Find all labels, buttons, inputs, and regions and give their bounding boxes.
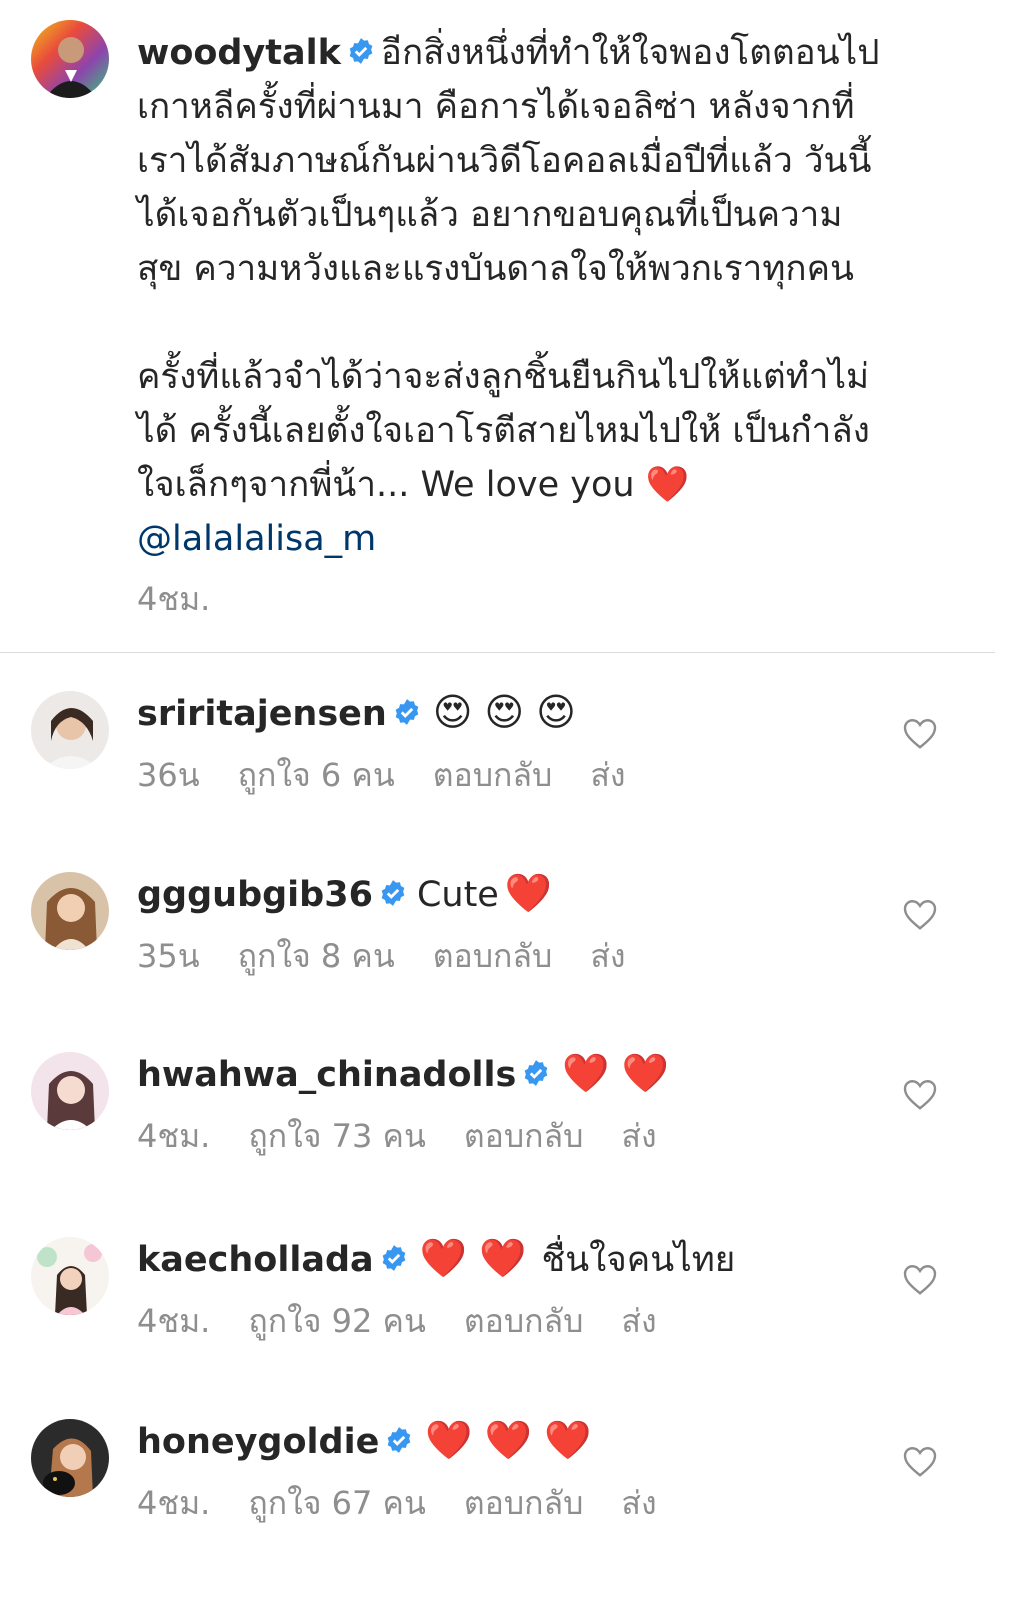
reply-button[interactable]: ตอบกลับ <box>464 1302 584 1340</box>
verified-badge-icon <box>525 1060 548 1086</box>
verified-badge-icon <box>388 1427 411 1453</box>
comment-likes-link[interactable]: ถูกใจ 6 คน <box>238 756 395 794</box>
comment-username[interactable]: hwahwa_chinadolls <box>137 1055 516 1095</box>
comment-header: kaechollada ❤️ ❤️ ชื่นใจคนไทย <box>137 1234 735 1284</box>
divider <box>0 652 995 653</box>
comment-header: gggubgib36 Cute ❤️ <box>137 869 552 919</box>
send-button[interactable]: ส่ง <box>621 1302 656 1340</box>
comment-emoji: ❤️ ❤️ ❤️ <box>425 1418 592 1462</box>
verified-badge-icon <box>395 699 419 725</box>
send-button[interactable]: ส่ง <box>590 937 625 975</box>
comment-item: hwahwa_chinadolls ❤️ ❤️ 4ชม. ถูกใจ 73 คน ตอ… <box>0 1049 1018 1199</box>
like-heart-icon[interactable] <box>902 1262 938 1296</box>
commenter-avatar[interactable] <box>31 1237 109 1315</box>
send-button[interactable]: ส่ง <box>590 756 625 794</box>
commenter-avatar[interactable] <box>31 872 109 950</box>
comment-likes-link[interactable]: ถูกใจ 92 คน <box>248 1302 425 1340</box>
commenter-avatar[interactable] <box>31 1419 109 1497</box>
post-author-avatar[interactable] <box>31 20 109 98</box>
commenter-avatar[interactable] <box>31 1052 109 1130</box>
comment-username[interactable]: kaechollada <box>137 1240 374 1280</box>
comment-time: 36น <box>137 756 200 794</box>
verified-badge-icon <box>349 38 373 64</box>
comment-likes-link[interactable]: ถูกใจ 73 คน <box>248 1117 425 1155</box>
comment-meta: 4ชม. ถูกใจ 92 คน ตอบกลับ ส่ง <box>137 1296 695 1347</box>
comment-time: 4ชม. <box>137 1484 211 1522</box>
comment-header: honeygoldie ❤️ ❤️ ❤️ <box>137 1416 591 1466</box>
comment-item: sriritajensen 😍 😍 😍 36น ถูกใจ 6 คน ตอบกลับ ส… <box>0 688 1018 838</box>
comment-meta: 35น ถูกใจ 8 คน ตอบกลับ ส่ง <box>137 931 663 982</box>
caption-text: อีกสิ่งหนึ่งที่ทำให้ใจพองโตตอนไป <box>380 33 880 73</box>
post-author-username[interactable]: woodytalk <box>137 33 341 73</box>
comment-likes-link[interactable]: ถูกใจ 8 คน <box>238 937 395 975</box>
like-heart-icon[interactable] <box>902 897 938 931</box>
verified-badge-icon <box>381 880 405 906</box>
like-heart-icon[interactable] <box>902 716 938 750</box>
commenter-avatar[interactable] <box>31 691 109 769</box>
caption-line-8: ได้ ครั้งนี้เลยตั้งใจเอาโรตีสายไหมไปให้ … <box>137 411 870 451</box>
post-caption: woodytalk อีกสิ่งหนึ่งที่ทำให้ใจพองโตตอนไ… <box>137 26 972 566</box>
reply-button[interactable]: ตอบกลับ <box>464 1117 584 1155</box>
caption-line-7: ครั้งที่แล้วจำได้ว่าจะส่งลูกชิ้นยืนกินไป… <box>137 357 870 397</box>
mention-link[interactable]: @lalalalisa_m <box>137 512 972 566</box>
comment-username[interactable]: gggubgib36 <box>137 875 373 915</box>
comment-emoji: ❤️ ❤️ <box>562 1051 670 1095</box>
comment-likes-link[interactable]: ถูกใจ 67 คน <box>248 1484 425 1522</box>
send-button[interactable]: ส่ง <box>621 1484 656 1522</box>
caption-line-4: ได้เจอกันตัวเป็นๆแล้ว อยากขอบคุณที่เป็นค… <box>137 195 843 235</box>
reply-button[interactable]: ตอบกลับ <box>433 756 553 794</box>
comment-time: 4ชม. <box>137 1117 211 1155</box>
comment-item: honeygoldie ❤️ ❤️ ❤️ 4ชม. ถูกใจ 67 คน ตอบกล… <box>0 1416 1018 1566</box>
comment-time: 35น <box>137 937 200 975</box>
caption-line-9: ใจเล็กๆจากพี่น้า... We love you ❤️ <box>137 465 690 505</box>
comment-text: ชื่นใจคนไทย <box>541 1240 736 1280</box>
reply-button[interactable]: ตอบกลับ <box>433 937 553 975</box>
comment-meta: 4ชม. ถูกใจ 73 คน ตอบกลับ ส่ง <box>137 1111 695 1162</box>
comment-emoji: ❤️ <box>504 871 553 915</box>
send-button[interactable]: ส่ง <box>621 1117 656 1155</box>
comment-header: hwahwa_chinadolls ❤️ ❤️ <box>137 1049 669 1099</box>
caption-line-2: เกาหลีครั้งที่ผ่านมา คือการได้เจอลิซ่า ห… <box>137 87 855 127</box>
caption-line-5: สุข ความหวังและแรงบันดาลใจให้พวกเราทุกคน <box>137 249 854 289</box>
like-heart-icon[interactable] <box>902 1444 938 1478</box>
comment-meta: 4ชม. ถูกใจ 67 คน ตอบกลับ ส่ง <box>137 1478 695 1529</box>
comment-item: gggubgib36 Cute ❤️ 35น ถูกใจ 8 คน ตอบกลับ ส่ง <box>0 869 1018 1019</box>
caption-line-3: เราได้สัมภาษณ์กันผ่านวิดีโอคอลเมื่อปีที่… <box>137 141 872 181</box>
comment-username[interactable]: sriritajensen <box>137 694 387 734</box>
comment-username[interactable]: honeygoldie <box>137 1422 379 1462</box>
verified-badge-icon <box>382 1245 405 1271</box>
reply-button[interactable]: ตอบกลับ <box>464 1484 584 1522</box>
post-timestamp: 4ชม. <box>137 580 211 618</box>
like-heart-icon[interactable] <box>902 1077 938 1111</box>
comment-item: kaechollada ❤️ ❤️ ชื่นใจคนไทย 4ชม. ถูกใจ 9… <box>0 1234 1018 1384</box>
comment-emoji: 😍 😍 😍 <box>432 690 576 734</box>
comment-text: Cute <box>416 875 499 915</box>
comment-time: 4ชม. <box>137 1302 211 1340</box>
comment-header: sriritajensen 😍 😍 😍 <box>137 688 576 738</box>
comment-meta: 36น ถูกใจ 6 คน ตอบกลับ ส่ง <box>137 750 663 801</box>
comment-emoji: ❤️ ❤️ <box>419 1236 527 1280</box>
caption-line-1: woodytalk อีกสิ่งหนึ่งที่ทำให้ใจพองโตตอนไ… <box>137 26 972 80</box>
